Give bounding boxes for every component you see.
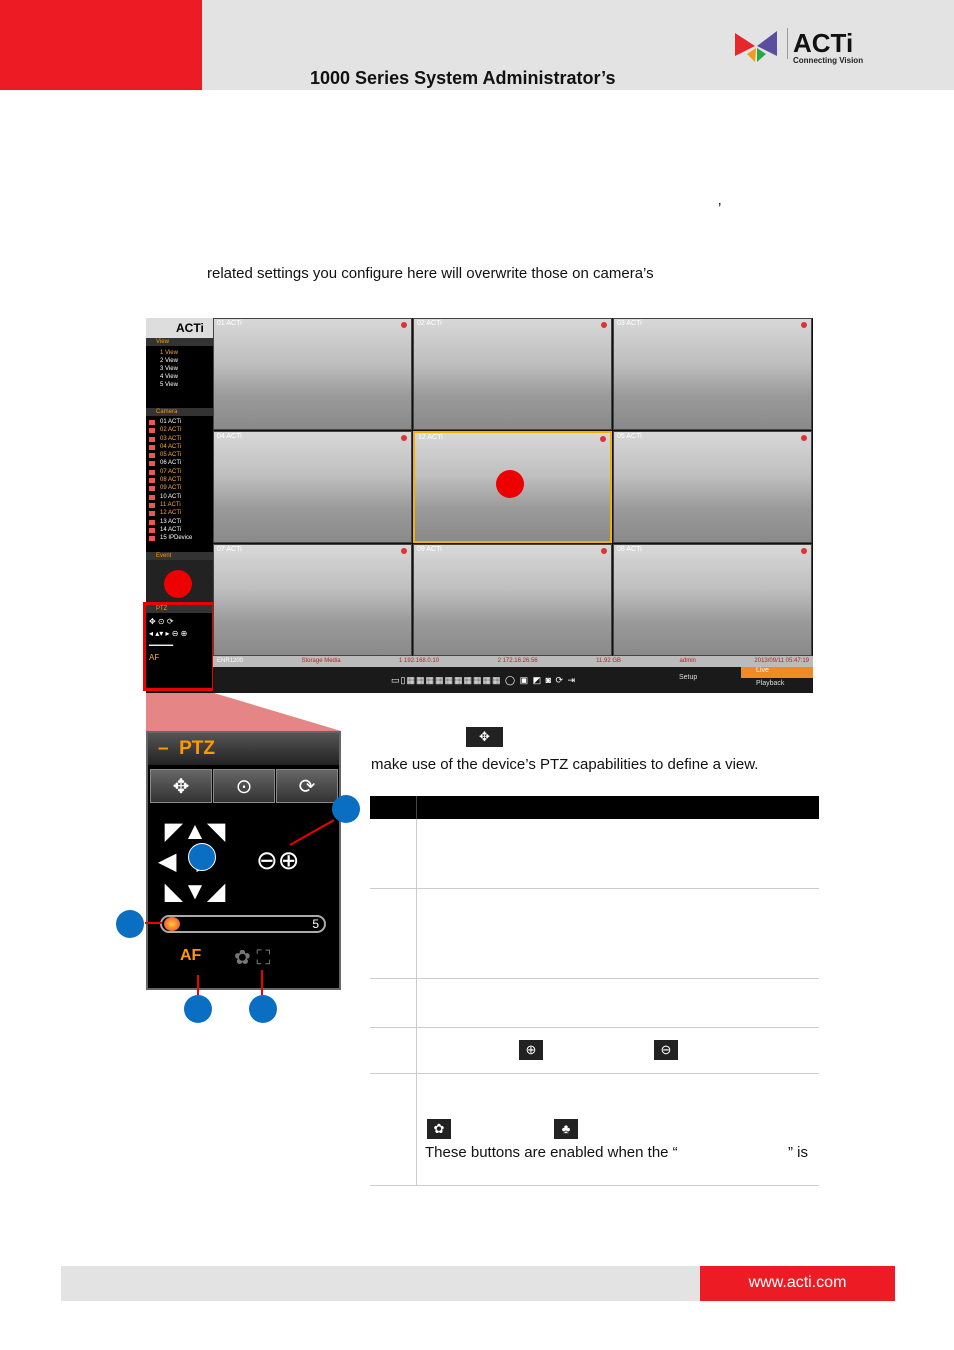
record-icon <box>601 322 607 328</box>
camera-cell-label: 07 ACTi <box>217 546 242 553</box>
camera-cell-label: 02 ACTi <box>417 320 442 327</box>
camera-cell-label: 12 ACTi <box>418 434 443 441</box>
focus-far-icon: ♣ <box>554 1119 578 1139</box>
header-red-block <box>0 0 202 90</box>
clock: 2013/09/11 05:47:19 <box>754 658 809 664</box>
camera-item[interactable]: 02 ACTi <box>146 426 213 434</box>
camera-item[interactable]: 03 ACTi <box>146 435 213 443</box>
body-line: related settings you configure here will… <box>207 265 654 282</box>
view-item[interactable]: 3 View <box>146 365 213 373</box>
camera-view-cell[interactable]: 08 ACTi <box>613 544 812 656</box>
ip-2: 2 172.16.26.56 <box>497 658 538 664</box>
camera-item[interactable]: 10 ACTi <box>146 493 213 501</box>
camera-view-cell[interactable]: 09 ACTi <box>413 544 612 656</box>
camera-item[interactable]: 11 ACTi <box>146 501 213 509</box>
camera-view-cell[interactable]: 05 ACTi <box>613 431 812 543</box>
live-button[interactable]: Live <box>741 667 813 678</box>
logo-text: ACTi <box>787 28 853 59</box>
ptz-move-tab[interactable]: ✥ <box>150 769 212 803</box>
ptz-header[interactable]: PTZ <box>146 605 212 613</box>
camera-item[interactable]: 14 ACTi <box>146 526 213 534</box>
ptz-preset-tab[interactable]: ⊙ <box>213 769 275 803</box>
camera-item[interactable]: 13 ACTi <box>146 518 213 526</box>
row-text-tail: ” is <box>788 1144 808 1161</box>
storage-status: Storage Media <box>301 658 341 664</box>
ip-1: 1 192.168.0.10 <box>399 658 440 664</box>
view-item[interactable]: 5 View <box>146 381 213 389</box>
camera-cell-label: 05 ACTi <box>617 433 642 440</box>
ptz-patrol-tab[interactable]: ⟳ <box>276 769 338 803</box>
view-item[interactable]: 2 View <box>146 357 213 365</box>
footer-url[interactable]: www.acti.com <box>700 1266 895 1301</box>
camera-view-cell[interactable]: 04 ACTi <box>213 431 412 543</box>
camera-view-cell[interactable]: 03 ACTi <box>613 318 812 430</box>
camera-cell-label: 09 ACTi <box>417 546 442 553</box>
camera-cell-label: 01 ACTi <box>217 320 242 327</box>
camera-view-cell[interactable]: 02 ACTi <box>413 318 612 430</box>
camera-item[interactable]: 06 ACTi <box>146 459 213 467</box>
camera-item[interactable]: 07 ACTi <box>146 468 213 476</box>
status-bar: ENR1200 Storage Media 1 192.168.0.10 2 1… <box>213 656 813 667</box>
sidebar: ACTi View 1 View 2 View 3 View 4 View 5 View… <box>143 318 215 693</box>
record-icon <box>600 436 606 442</box>
playback-button[interactable]: Playback <box>741 680 813 687</box>
ptz-mini-controls[interactable]: ✥ ⊙ ⟳ ◂ ▴▾ ▸ ⊖ ⊕ ━━━━━ AF <box>146 613 212 667</box>
record-icon <box>801 435 807 441</box>
ptz-table: ⊕ ⊖ ✿ ♣ These buttons are enabled when t… <box>370 796 819 1186</box>
text-fragment: ’ <box>718 200 722 217</box>
zoom-out-icon: ⊖ <box>654 1040 678 1060</box>
event-header[interactable]: Event <box>146 552 213 560</box>
layout-buttons[interactable]: ▭▯▦▦▦▦▦▦▦▦▦▦ ◯ ▣ ◩ ◙ ⟳ ⇥ <box>391 675 576 686</box>
camera-item[interactable]: 05 ACTi <box>146 451 213 459</box>
app-logo: ACTi <box>146 318 213 338</box>
camera-item[interactable]: 09 ACTi <box>146 484 213 492</box>
user: admin <box>679 658 696 664</box>
record-icon <box>801 548 807 554</box>
camera-view-cell[interactable]: 01 ACTi <box>213 318 412 430</box>
logo-tagline: Connecting Vision <box>793 56 864 65</box>
document-title: 1000 Series System Administrator’s <box>310 68 616 88</box>
nvr-screenshot: ACTi View 1 View 2 View 3 View 4 View 5 View… <box>143 318 813 693</box>
camera-item[interactable]: 08 ACTi <box>146 476 213 484</box>
callout-marker <box>496 470 524 498</box>
record-icon <box>401 435 407 441</box>
device-name: ENR1200 <box>217 658 244 664</box>
camera-item[interactable]: 01 ACTi <box>146 418 213 426</box>
callout-lines <box>145 819 335 995</box>
focus-near-icon: ✿ <box>427 1119 451 1139</box>
camera-cell-label: 04 ACTi <box>217 433 242 440</box>
zoom-connector <box>146 693 341 731</box>
camera-cell-label: 03 ACTi <box>617 320 642 327</box>
record-icon <box>601 548 607 554</box>
setup-button[interactable]: Setup <box>679 674 697 681</box>
callout-marker <box>164 570 192 598</box>
row-text: These buttons are enabled when the “ <box>425 1144 678 1161</box>
camera-item[interactable]: 04 ACTi <box>146 443 213 451</box>
body-line: make use of the device’s PTZ capabilitie… <box>371 756 759 773</box>
disk-space: 11.92 GB <box>596 658 622 664</box>
record-icon <box>801 322 807 328</box>
camera-view-cell[interactable]: 07 ACTi <box>213 544 412 656</box>
zoom-in-icon: ⊕ <box>519 1040 543 1060</box>
view-item[interactable]: 1 View <box>146 349 213 357</box>
ptz-panel-title: – PTZ <box>148 733 339 765</box>
camera-cell-label: 08 ACTi <box>617 546 642 553</box>
move-icon: ✥ <box>466 727 503 747</box>
camera-header[interactable]: Camera <box>146 408 213 416</box>
view-header[interactable]: View <box>146 338 213 346</box>
camera-item[interactable]: 15 IPDevice <box>146 534 213 542</box>
acti-logo: ACTi Connecting Vision <box>735 28 870 68</box>
record-icon <box>401 322 407 328</box>
camera-item[interactable]: 12 ACTi <box>146 509 213 517</box>
toolbar: ▭▯▦▦▦▦▦▦▦▦▦▦ ◯ ▣ ◩ ◙ ⟳ ⇥ Setup Live Play… <box>213 667 813 693</box>
view-item[interactable]: 4 View <box>146 373 213 381</box>
record-icon <box>401 548 407 554</box>
